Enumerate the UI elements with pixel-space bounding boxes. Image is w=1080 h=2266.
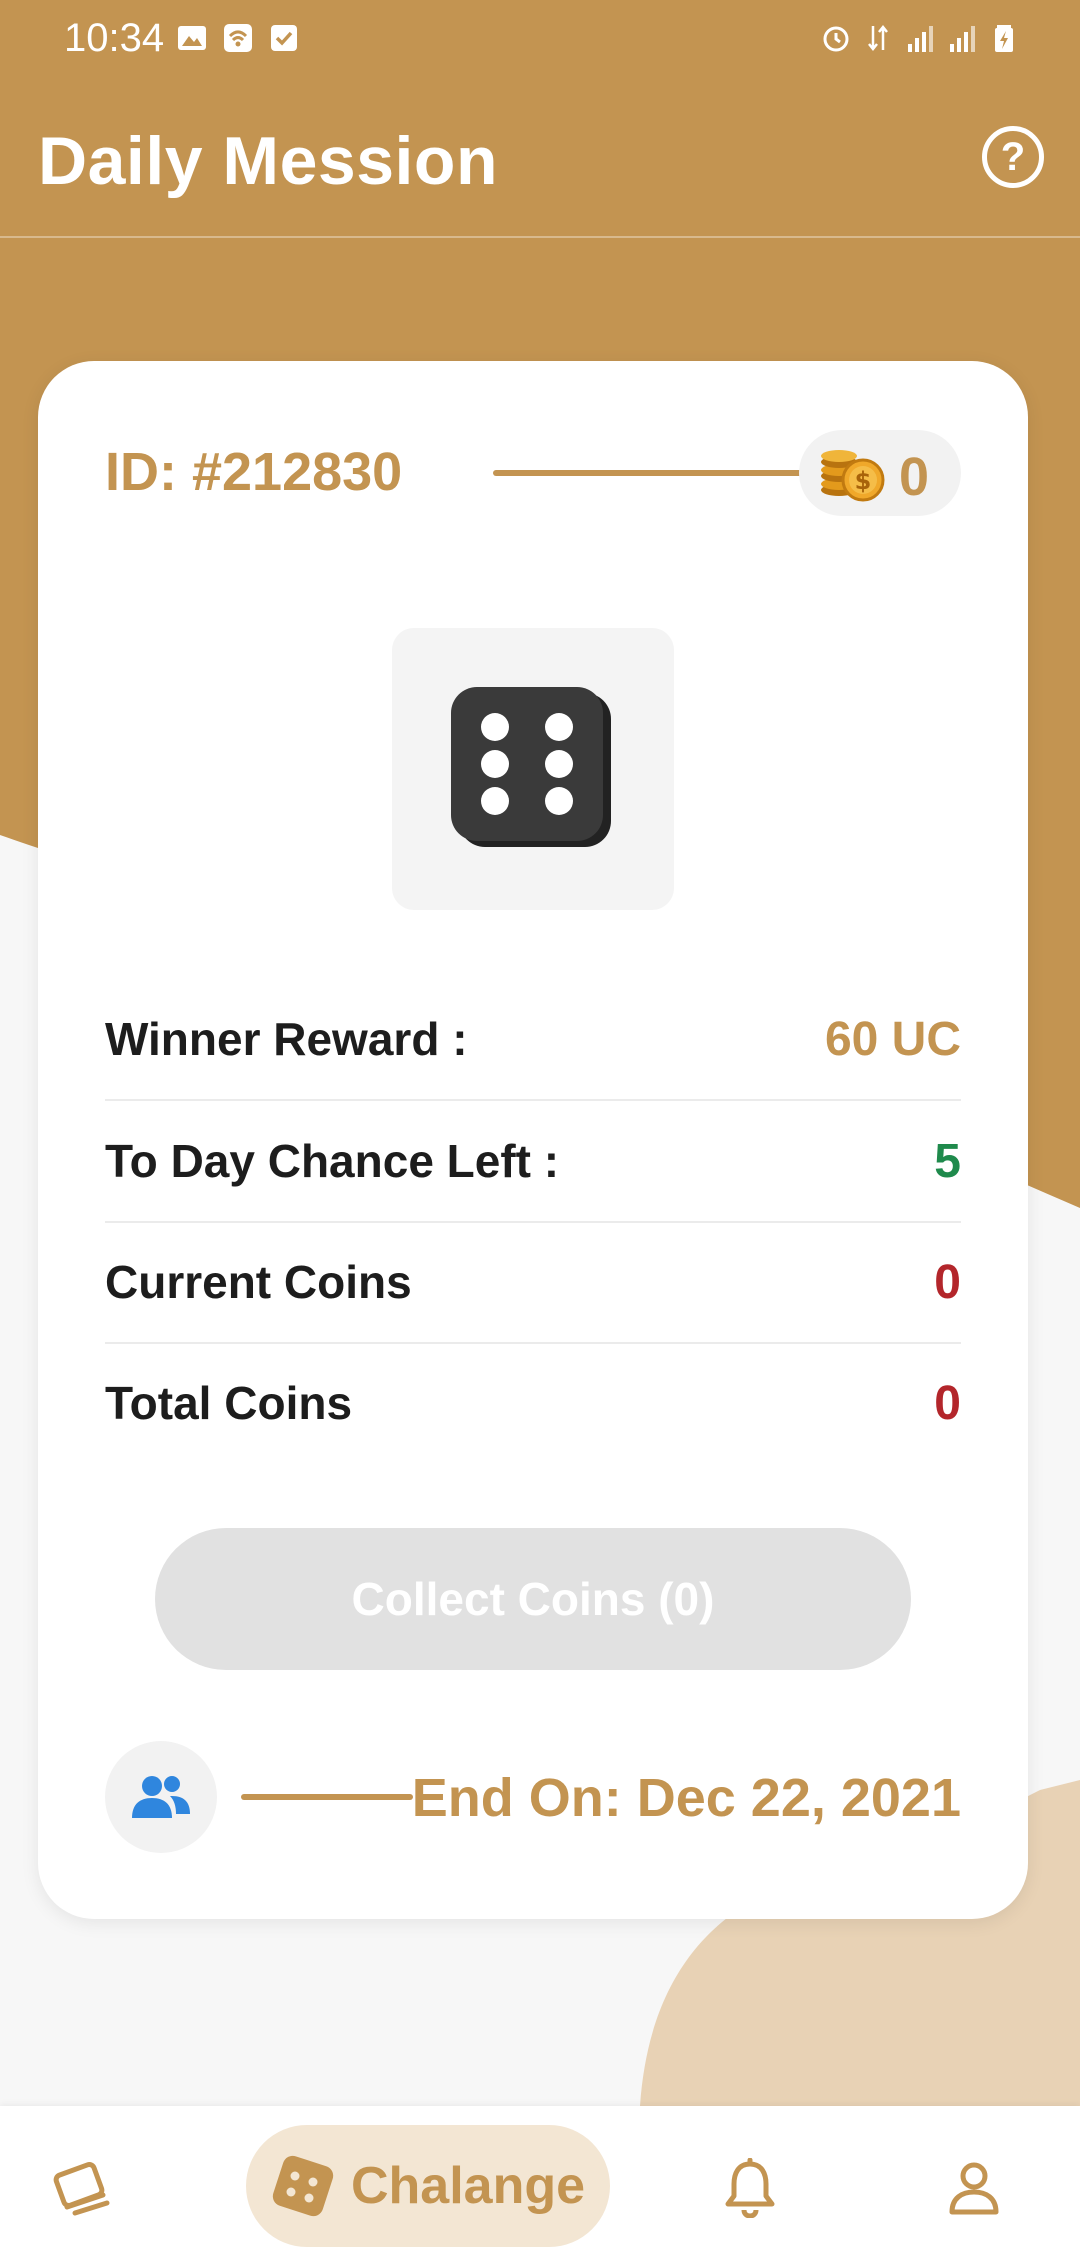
signal-icon — [908, 26, 933, 52]
info-label: Current Coins — [105, 1256, 412, 1308]
current-coins-row: Current Coins 0 — [105, 1222, 961, 1344]
info-label: Winner Reward : — [105, 1013, 468, 1065]
info-label: Total Coins — [105, 1377, 353, 1429]
info-value: 0 — [934, 1255, 961, 1309]
winner-reward-row: Winner Reward : 60 UC — [105, 979, 961, 1101]
info-label: To Day Chance Left : — [105, 1135, 560, 1187]
coin-stack-icon: $ — [821, 450, 885, 502]
coin-count: 0 — [899, 447, 930, 507]
svg-text:$: $ — [855, 467, 872, 495]
participants-button[interactable] — [105, 1741, 217, 1853]
mission-card: ID: #212830 $ 0 Winner Reward: 60 UC To… — [38, 361, 1028, 1919]
status-bar: 10:34 — [0, 0, 1080, 80]
info-value: 60 UC — [824, 1012, 961, 1066]
user-icon — [949, 2162, 999, 2215]
info-value: 0 — [934, 1376, 961, 1430]
roll-dice-button[interactable] — [392, 628, 674, 910]
status-left-icons — [176, 22, 300, 54]
data-arrows-icon — [868, 24, 888, 52]
signal-icon — [950, 26, 975, 52]
nav-item-notifications[interactable] — [708, 2146, 792, 2230]
status-time: 10:34 — [64, 16, 165, 60]
status-right-icons — [820, 22, 1020, 54]
nav-item-cards[interactable] — [40, 2146, 124, 2230]
id-row: ID: #212830 $ 0 — [105, 427, 961, 517]
help-button[interactable]: ? — [982, 126, 1044, 188]
bell-icon — [725, 2158, 775, 2218]
image-icon — [178, 26, 206, 50]
dice-six-icon — [451, 687, 611, 847]
app-bar: Daily Mession ? — [0, 80, 1080, 238]
wifi-calling-icon — [224, 24, 252, 52]
cards-icon — [53, 2162, 110, 2216]
end-date: End On: Dec 22, 2021 — [411, 1768, 961, 1828]
nav-item-profile[interactable] — [932, 2146, 1016, 2230]
info-value: 5 — [934, 1134, 961, 1188]
divider-line — [241, 1794, 413, 1800]
collect-coins-button[interactable]: Collect Coins (0) — [155, 1528, 911, 1670]
chance-left-row: To Day Chance Left : 5 — [105, 1101, 961, 1223]
nav-item-challenge[interactable]: Chalange — [246, 2125, 610, 2247]
coin-balance-pill[interactable]: $ 0 — [799, 430, 961, 516]
total-coins-row: Total Coins 0 — [105, 1343, 961, 1463]
help-circle-icon: ? — [1000, 135, 1026, 179]
bottom-navigation: Chalange — [0, 2106, 1080, 2266]
alarm-icon — [823, 26, 849, 52]
group-icon — [132, 1776, 190, 1818]
mission-id: ID: #212830 — [105, 442, 403, 502]
nav-label-challenge: Chalange — [350, 2157, 586, 2215]
check-box-icon — [271, 25, 297, 51]
dice-icon — [272, 2155, 334, 2217]
page-title: Daily Mession — [38, 123, 498, 199]
collect-coins-label: Collect Coins (0) — [351, 1573, 715, 1625]
battery-charging-icon — [995, 25, 1013, 52]
